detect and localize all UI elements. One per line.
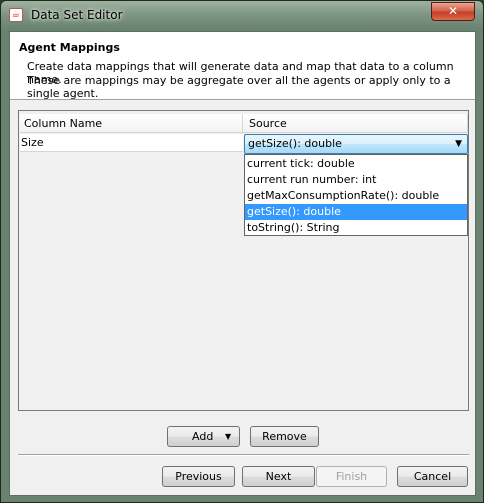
dropdown-option-get-size[interactable]: getSize(): double bbox=[245, 204, 467, 220]
dropdown-option-get-max-consumption-rate[interactable]: getMaxConsumptionRate(): double bbox=[245, 188, 467, 204]
close-button[interactable]: ✕ bbox=[431, 2, 475, 21]
chevron-down-icon: ▼ bbox=[225, 432, 232, 441]
finish-button[interactable]: Finish bbox=[316, 466, 387, 487]
source-combobox-value: getSize(): double bbox=[248, 137, 342, 150]
column-header-source[interactable]: Source bbox=[243, 114, 468, 133]
title-bar[interactable]: ☕ Data Set Editor ✕ bbox=[1, 1, 483, 31]
source-combobox[interactable]: getSize(): double ▼ bbox=[244, 134, 468, 154]
remove-button[interactable]: Remove bbox=[250, 426, 319, 447]
dialog-content: Agent Mappings Create data mappings that… bbox=[9, 31, 476, 496]
dropdown-option-current-run-number[interactable]: current run number: int bbox=[245, 172, 467, 188]
dropdown-option-current-tick[interactable]: current tick: double bbox=[245, 156, 467, 172]
table-cell-column-name[interactable]: Size bbox=[20, 134, 243, 152]
cancel-button[interactable]: Cancel bbox=[397, 466, 468, 487]
add-button[interactable]: Add ▼ bbox=[167, 426, 240, 447]
page-description-line-2: These are mappings may be aggregate over… bbox=[27, 74, 451, 100]
previous-button[interactable]: Previous bbox=[162, 466, 235, 487]
divider bbox=[18, 454, 469, 456]
add-button-label: Add bbox=[192, 430, 214, 443]
wizard-header: Agent Mappings Create data mappings that… bbox=[10, 32, 475, 100]
column-header-column-name[interactable]: Column Name bbox=[20, 114, 243, 133]
dropdown-option-to-string[interactable]: toString(): String bbox=[245, 220, 467, 236]
data-set-editor-window: ☕ Data Set Editor ✕ Agent Mappings Creat… bbox=[0, 0, 484, 503]
window-title: Data Set Editor bbox=[31, 8, 123, 22]
page-title: Agent Mappings bbox=[19, 41, 120, 54]
chevron-down-icon[interactable]: ▼ bbox=[455, 136, 462, 152]
java-icon: ☕ bbox=[9, 8, 23, 22]
mappings-table: Column Name Source Size getSize(): doubl… bbox=[18, 110, 469, 411]
next-button[interactable]: Next bbox=[242, 466, 315, 487]
source-dropdown-list: current tick: double current run number:… bbox=[244, 154, 468, 236]
